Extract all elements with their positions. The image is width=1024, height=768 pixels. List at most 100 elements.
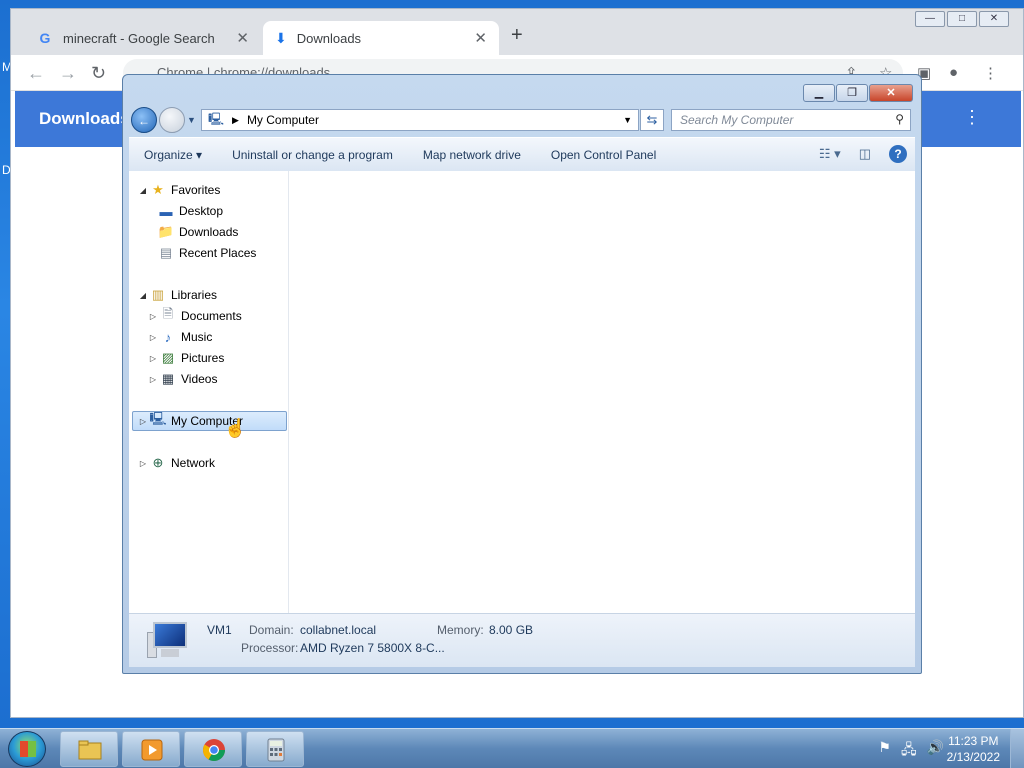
tree-recent-places[interactable]: ▤ Recent Places xyxy=(157,243,257,263)
libraries-icon: ▥ xyxy=(151,287,165,302)
clock-date: 2/13/2022 xyxy=(946,750,1000,764)
search-input[interactable]: Search My Computer ⚲ xyxy=(671,109,911,131)
tree-my-computer[interactable]: ▷ 🖳 My Computer xyxy=(132,411,287,431)
chrome-tab-strip: G minecraft - Google Search ✕ ⬇ Download… xyxy=(11,9,1023,55)
more-menu-icon[interactable]: ⋮ xyxy=(963,107,981,128)
tree-label: Favorites xyxy=(171,183,221,197)
tree-label: Downloads xyxy=(179,225,239,239)
tree-label: Documents xyxy=(181,309,242,323)
tree-label: Videos xyxy=(181,372,218,386)
command-bar: Organize ▾ Uninstall or change a program… xyxy=(129,137,915,171)
downloads-folder-icon: 📁 xyxy=(157,224,175,239)
calculator-icon xyxy=(267,738,285,762)
system-tray: ⚑ 🖧 🔊 xyxy=(878,739,944,763)
help-icon[interactable]: ? xyxy=(889,145,907,163)
forward-button[interactable] xyxy=(159,107,185,133)
computer-name: VM1 xyxy=(207,623,232,637)
memory-value: 8.00 GB xyxy=(489,623,534,637)
tree-pictures[interactable]: ▷ ▨ Pictures xyxy=(147,348,224,368)
menu-icon[interactable]: ⋮ xyxy=(983,64,998,82)
tree-downloads[interactable]: 📁 Downloads xyxy=(157,222,238,242)
tree-favorites[interactable]: ◢ ★ Favorites xyxy=(137,180,220,200)
tree-label: Network xyxy=(171,456,216,470)
taskbar-media-player[interactable] xyxy=(122,731,180,767)
map-network-drive-button[interactable]: Map network drive xyxy=(408,148,536,162)
windows-logo-icon xyxy=(20,741,36,757)
taskbar-calculator[interactable] xyxy=(246,731,304,767)
explorer-body: ◢ ★ Favorites ▬ Desktop 📁 Downloads ▤ Re… xyxy=(129,171,915,613)
page-title: Downloads xyxy=(39,109,130,128)
tree-label: Pictures xyxy=(181,351,225,365)
organize-button[interactable]: Organize ▾ xyxy=(129,148,217,162)
tree-videos[interactable]: ▷ ▦ Videos xyxy=(147,369,218,389)
forward-arrow-icon[interactable]: → xyxy=(59,63,77,84)
minimize-button[interactable]: — xyxy=(915,11,945,27)
explorer-window: ▁ ❐ ✕ ← ▼ 🖳 ▶ My Computer ▼ ⇆ Search My … xyxy=(122,74,922,674)
clock[interactable]: 11:23 PM 2/13/2022 xyxy=(947,733,1000,765)
address-dropdown-icon[interactable]: ▼ xyxy=(623,115,632,125)
address-bar[interactable]: 🖳 ▶ My Computer ▼ xyxy=(201,109,639,131)
breadcrumb-chevron-icon[interactable]: ▶ xyxy=(232,115,239,126)
tree-network[interactable]: ▷ ⊕ Network xyxy=(137,453,215,473)
tab-downloads[interactable]: ⬇ Downloads ✕ xyxy=(263,21,499,55)
profile-icon[interactable]: ● xyxy=(949,64,958,81)
back-button[interactable]: ← xyxy=(131,107,157,133)
taskbar-chrome[interactable] xyxy=(184,731,242,767)
tree-label: Music xyxy=(181,330,213,344)
show-desktop-button[interactable] xyxy=(1010,729,1024,768)
tree-music[interactable]: ▷ ♪ Music xyxy=(147,327,212,347)
close-button[interactable]: ✕ xyxy=(869,84,913,102)
collapsed-icon[interactable]: ▷ xyxy=(147,333,159,342)
start-button[interactable] xyxy=(8,731,46,767)
computer-icon: 🖳 xyxy=(149,411,167,426)
videos-icon: ▦ xyxy=(161,371,175,386)
tree-documents[interactable]: ▷ 🗎 Documents xyxy=(147,306,242,326)
preview-pane-icon[interactable]: ◫ xyxy=(859,146,871,162)
uninstall-program-button[interactable]: Uninstall or change a program xyxy=(217,148,408,162)
change-view-icon[interactable]: ☷ ▾ xyxy=(819,146,841,162)
details-pane: VM1 Domain: collabnet.local Memory: 8.00… xyxy=(129,613,915,667)
search-icon: ⚲ xyxy=(895,112,904,126)
open-control-panel-button[interactable]: Open Control Panel xyxy=(536,148,671,162)
minimize-button[interactable]: ▁ xyxy=(803,84,835,102)
refresh-button[interactable]: ⇆ xyxy=(640,109,664,131)
collapsed-icon[interactable]: ▷ xyxy=(147,312,159,321)
recent-pages-dropdown[interactable]: ▼ xyxy=(187,115,196,125)
navigation-pane: ◢ ★ Favorites ▬ Desktop 📁 Downloads ▤ Re… xyxy=(129,171,289,613)
tab-title: Downloads xyxy=(296,30,362,46)
tab-minecraft-search[interactable]: G minecraft - Google Search ✕ xyxy=(25,21,261,55)
new-tab-button[interactable]: + xyxy=(511,24,523,47)
chrome-icon xyxy=(203,739,225,761)
hand-cursor-icon: ☝ xyxy=(224,418,247,438)
breadcrumb-my-computer[interactable]: My Computer xyxy=(247,113,319,127)
star-icon: ★ xyxy=(152,182,164,197)
expanded-icon[interactable]: ◢ xyxy=(137,291,149,300)
tree-libraries[interactable]: ◢ ▥ Libraries xyxy=(137,285,217,305)
memory-label: Memory: xyxy=(437,623,484,637)
network-status-icon[interactable]: 🖧 xyxy=(901,739,917,763)
reload-icon[interactable]: ↻ xyxy=(91,63,106,84)
close-icon[interactable]: ✕ xyxy=(474,29,487,47)
expanded-icon[interactable]: ◢ xyxy=(137,186,149,195)
desktop-icon: ▬ xyxy=(159,203,173,219)
view-controls: ☷ ▾ ◫ ? xyxy=(819,145,907,163)
action-center-flag-icon[interactable]: ⚑ xyxy=(878,739,891,763)
collapsed-icon[interactable]: ▷ xyxy=(137,459,149,468)
domain-label: Domain: xyxy=(249,623,294,637)
back-arrow-icon[interactable]: ← xyxy=(27,63,45,84)
close-button[interactable]: ✕ xyxy=(979,11,1009,27)
collapsed-icon[interactable]: ▷ xyxy=(147,354,159,363)
taskbar-explorer[interactable] xyxy=(60,731,118,767)
volume-icon[interactable]: 🔊 xyxy=(927,739,944,763)
download-icon: ⬇ xyxy=(275,29,287,46)
close-icon[interactable]: ✕ xyxy=(236,29,249,47)
maximize-button[interactable]: □ xyxy=(947,11,977,27)
window-controls: ▁ ❐ ✕ xyxy=(802,84,913,102)
clock-time: 11:23 PM xyxy=(948,734,999,748)
search-placeholder: Search My Computer xyxy=(680,113,794,127)
collapsed-icon[interactable]: ▷ xyxy=(137,417,149,426)
maximize-button[interactable]: ❐ xyxy=(836,84,868,102)
collapsed-icon[interactable]: ▷ xyxy=(147,375,159,384)
processor-label: Processor: xyxy=(241,641,299,655)
tree-desktop[interactable]: ▬ Desktop xyxy=(157,201,224,221)
